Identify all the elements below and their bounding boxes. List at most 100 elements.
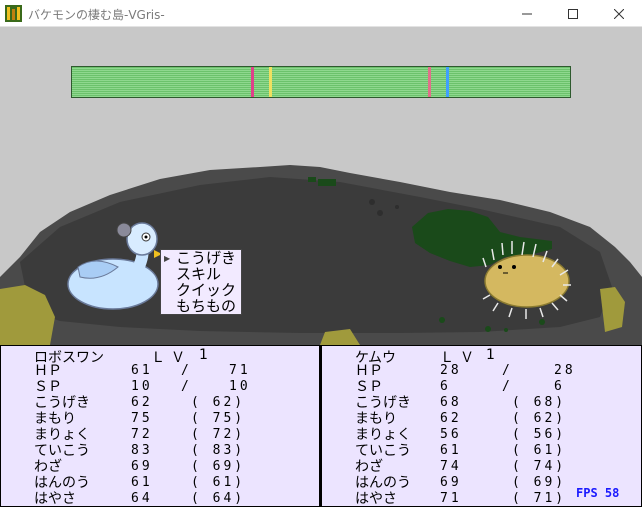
- turn-order-gauge: [71, 66, 571, 98]
- bush-fragment: [308, 177, 316, 182]
- player-stat-base: ( 64): [191, 491, 246, 506]
- enemy-stat-row: こうげき 68 ( 68): [355, 395, 635, 411]
- player-stat-separator: /: [181, 363, 192, 378]
- player-stat-label: ＨＰ: [34, 363, 62, 379]
- enemy-stat-row: まもり 62 ( 62): [355, 411, 635, 427]
- player-stat-row: こうげき 62 ( 62): [34, 395, 314, 411]
- enemy-stat-label: はんのう: [355, 475, 411, 491]
- player-stat-current: 10: [131, 379, 153, 394]
- player-stat-current: 61: [131, 475, 153, 490]
- player-stat-base: ( 61): [191, 475, 246, 490]
- gauge-marker-yellow: [268, 67, 272, 97]
- enemy-stat-current: 61: [440, 443, 462, 458]
- enemy-level: 1: [486, 347, 501, 363]
- enemy-stat-row: ＳＰ 6 / 6: [355, 379, 635, 395]
- enemy-stat-max: 28: [554, 363, 576, 378]
- enemy-stat-label: まもり: [355, 411, 397, 427]
- enemy-stat-current: 56: [440, 427, 462, 442]
- minimize-icon: [522, 13, 532, 14]
- enemy-stat-label: こうげき: [355, 395, 411, 411]
- player-stat-current: 83: [131, 443, 153, 458]
- enemy-stat-label: はやさ: [355, 491, 397, 507]
- player-stat-row: ＨＰ 61 / 71: [34, 363, 314, 379]
- enemy-stat-current: 69: [440, 475, 462, 490]
- player-stat-base: ( 72): [191, 427, 246, 442]
- enemy-stat-current: 62: [440, 411, 462, 426]
- player-stat-label: ていこう: [34, 443, 90, 459]
- player-level: 1: [199, 347, 214, 363]
- player-stat-base: ( 62): [191, 395, 246, 410]
- player-stat-base: ( 75): [191, 411, 246, 426]
- bush-fragment: [318, 179, 336, 186]
- pebble: [395, 205, 399, 209]
- enemy-stat-current: 68: [440, 395, 462, 410]
- game-canvas[interactable]: ▶ こうげき スキル クイック もちもの ロボスワン ＬＶ 1 ＨＰ 61/71 Ｓ…: [0, 27, 642, 507]
- player-stat-label: まもり: [34, 411, 76, 427]
- enemy-stat-base: ( 71): [512, 491, 567, 506]
- enemy-stat-current: 28: [440, 363, 462, 378]
- enemy-stat-row: ていこう 61 ( 61): [355, 443, 635, 459]
- minimize-button[interactable]: [504, 0, 550, 27]
- enemy-stat-base: ( 69): [512, 475, 567, 490]
- pebble: [504, 328, 508, 332]
- enemy-status-panel: ケムウ ＬＶ 1 ＨＰ 28/28 ＳＰ 6/6 こうげき 68( 68) まもり 62( 6…: [321, 345, 642, 507]
- enemy-stat-label: まりょく: [355, 427, 411, 443]
- player-stat-row: ていこう 83 ( 83): [34, 443, 314, 459]
- menu-cursor-icon: ▶: [164, 254, 171, 263]
- player-stat-current: 72: [131, 427, 153, 442]
- close-button[interactable]: [596, 0, 642, 27]
- player-stat-current: 75: [131, 411, 153, 426]
- player-stat-label: わざ: [34, 459, 62, 475]
- player-stat-row: はやさ 64 ( 64): [34, 491, 314, 506]
- battle-command-menu: ▶ こうげき スキル クイック もちもの: [160, 249, 242, 315]
- enemy-stat-row: まりょく 56 ( 56): [355, 427, 635, 443]
- gauge-marker-pink: [251, 67, 255, 97]
- player-stat-row: ＳＰ 10 / 10: [34, 379, 314, 395]
- player-stat-label: ＳＰ: [34, 379, 62, 395]
- pebble: [439, 317, 445, 323]
- pebble: [369, 199, 375, 205]
- command-quick[interactable]: クイック: [176, 283, 236, 298]
- enemy-stat-label: ＳＰ: [355, 379, 383, 395]
- maximize-button[interactable]: [550, 0, 596, 27]
- player-stat-label: はんのう: [34, 475, 90, 491]
- player-stat-current: 62: [131, 395, 153, 410]
- app-icon: [5, 5, 22, 22]
- enemy-stat-separator: /: [502, 363, 513, 378]
- player-stat-row: まりょく 72 ( 72): [34, 427, 314, 443]
- player-stat-separator: /: [181, 379, 192, 394]
- maximize-icon: [568, 8, 578, 19]
- command-item[interactable]: もちもの: [176, 299, 236, 314]
- enemy-stat-base: ( 56): [512, 427, 567, 442]
- enemy-stat-label: ていこう: [355, 443, 411, 459]
- enemy-stat-base: ( 61): [512, 443, 567, 458]
- enemy-stat-row: ＨＰ 28 / 28: [355, 363, 635, 379]
- player-stat-row: はんのう 61 ( 61): [34, 475, 314, 491]
- window-title: バケモンの棲む島-VGris-: [28, 8, 165, 22]
- enemy-stat-separator: /: [502, 379, 513, 394]
- enemy-stat-row: わざ 74 ( 74): [355, 459, 635, 475]
- command-skill[interactable]: スキル: [176, 267, 221, 282]
- enemy-stat-max: 6: [554, 379, 565, 394]
- player-stat-current: 61: [131, 363, 153, 378]
- gauge-marker-blue: [445, 67, 449, 97]
- command-attack[interactable]: こうげき: [176, 251, 236, 266]
- enemy-stat-base: ( 74): [512, 459, 567, 474]
- enemy-stat-base: ( 62): [512, 411, 567, 426]
- enemy-stat-current: 74: [440, 459, 462, 474]
- pebble: [485, 326, 491, 332]
- player-stat-base: ( 83): [191, 443, 246, 458]
- enemy-stat-current: 71: [440, 491, 462, 506]
- enemy-stat-base: ( 68): [512, 395, 567, 410]
- player-stat-label: こうげき: [34, 395, 90, 411]
- player-stat-max: 71: [229, 363, 251, 378]
- close-icon: [614, 8, 624, 19]
- enemy-stat-current: 6: [440, 379, 451, 394]
- player-stat-row: わざ 69 ( 69): [34, 459, 314, 475]
- gauge-marker-pink2: [428, 67, 432, 97]
- player-stat-label: まりょく: [34, 427, 90, 443]
- fps-counter: FPS 58: [576, 486, 620, 500]
- player-stat-row: まもり 75 ( 75): [34, 411, 314, 427]
- enemy-stat-label: ＨＰ: [355, 363, 383, 379]
- pebble: [539, 319, 545, 325]
